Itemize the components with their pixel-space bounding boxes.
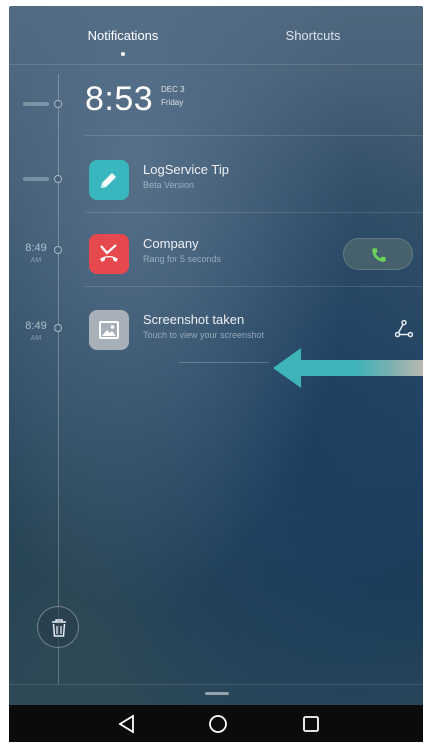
notification-title: Screenshot taken bbox=[143, 312, 245, 327]
timeline-time-blurred bbox=[23, 102, 49, 106]
active-tab-indicator bbox=[121, 52, 125, 56]
swipe-left-arrow bbox=[273, 348, 423, 388]
divider bbox=[85, 212, 423, 213]
pencil-icon bbox=[89, 160, 129, 200]
timeline-node bbox=[54, 324, 62, 332]
notification-subtitle: Touch to view your screenshot bbox=[143, 330, 265, 340]
navigation-bar bbox=[9, 705, 423, 742]
notification-logservice[interactable]: LogService Tip Beta Version bbox=[85, 144, 423, 214]
timeline-node bbox=[54, 246, 62, 254]
divider bbox=[85, 135, 423, 136]
phone-icon bbox=[372, 248, 386, 262]
timeline-ampm: AM bbox=[30, 335, 42, 342]
panel-tabs: Notifications Shortcuts bbox=[9, 6, 423, 64]
timeline-time: 8:49 bbox=[25, 242, 47, 254]
clock-day: Friday bbox=[161, 98, 184, 107]
recent-apps-icon[interactable] bbox=[299, 712, 323, 736]
notification-title: LogService Tip bbox=[143, 162, 229, 177]
timeline-time-blurred bbox=[23, 177, 49, 181]
timeline-line bbox=[58, 74, 59, 684]
home-icon[interactable] bbox=[206, 712, 230, 736]
call-back-button[interactable] bbox=[343, 238, 413, 270]
notification-missed-call[interactable]: Company Rang for 5 seconds bbox=[85, 218, 423, 288]
image-icon bbox=[89, 310, 129, 350]
divider bbox=[9, 684, 423, 685]
tab-notifications[interactable]: Notifications bbox=[63, 28, 183, 43]
clock-time: 8:53 bbox=[85, 80, 154, 118]
share-icon[interactable] bbox=[393, 318, 415, 340]
timeline-ampm: AM bbox=[30, 257, 42, 264]
panel-handle[interactable] bbox=[205, 692, 229, 695]
trash-icon bbox=[52, 619, 66, 637]
notification-title: Company bbox=[143, 236, 199, 251]
timeline-node bbox=[54, 100, 62, 108]
divider bbox=[85, 286, 423, 287]
notification-subtitle: Rang for 5 seconds bbox=[143, 254, 222, 264]
notification-subtitle: Beta Version bbox=[143, 180, 195, 190]
back-icon[interactable] bbox=[115, 712, 139, 736]
notification-panel: Notifications Shortcuts 8:49 AM 8:49 AM … bbox=[9, 6, 423, 742]
clock-date: DEC 3 bbox=[161, 85, 185, 94]
timeline-node bbox=[54, 175, 62, 183]
divider bbox=[9, 64, 423, 65]
clear-all-button[interactable] bbox=[37, 606, 79, 648]
timeline-time: 8:49 bbox=[25, 320, 47, 332]
tab-shortcuts[interactable]: Shortcuts bbox=[253, 28, 373, 43]
divider bbox=[179, 362, 269, 363]
missed-call-icon bbox=[89, 234, 129, 274]
